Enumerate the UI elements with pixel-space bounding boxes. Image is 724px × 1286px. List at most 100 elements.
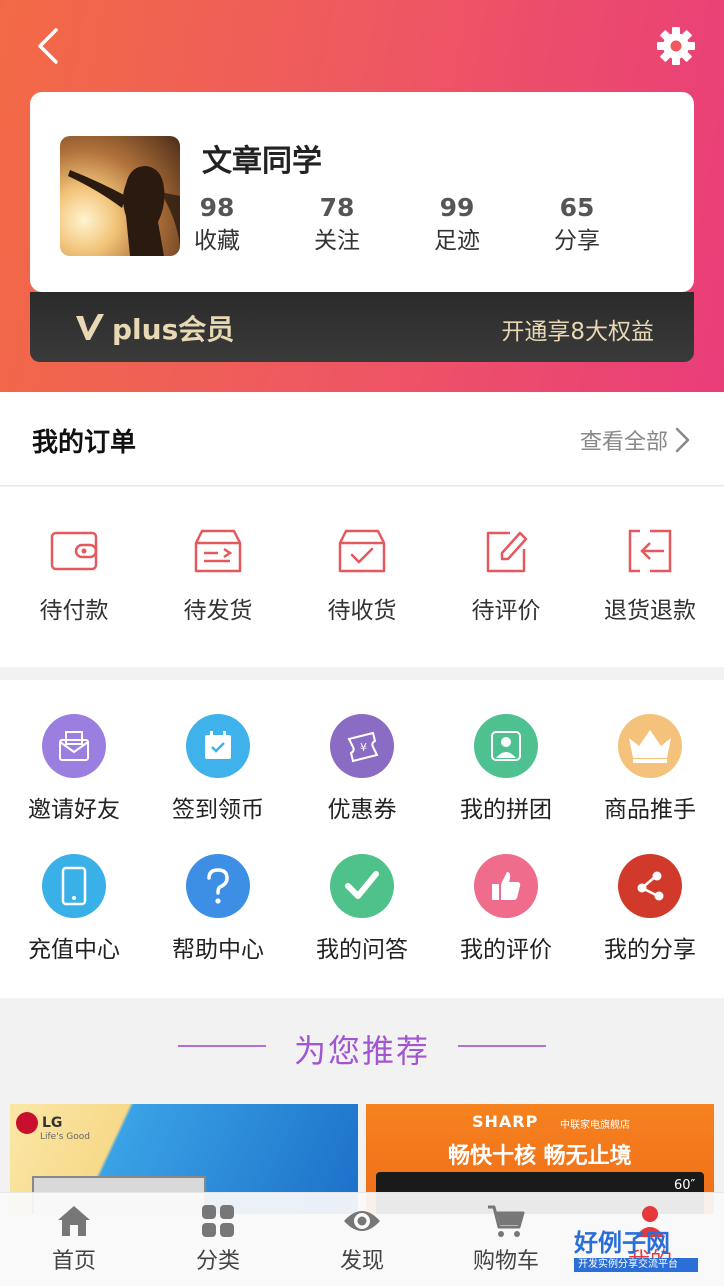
stat-label: 收藏 (194, 228, 240, 254)
tool-my-reviews[interactable]: 我的评价 (434, 854, 578, 964)
discover-eye-icon (344, 1211, 380, 1231)
watermark-badge: 好例子网 开发实例分享交流平台 (574, 1228, 698, 1278)
lg-brand: LG (42, 1115, 63, 1131)
stat-value: 98 (199, 193, 235, 222)
watermark-title: 好例子网 (574, 1229, 670, 1257)
order-pending-receipt[interactable]: 待收货 (290, 525, 434, 625)
order-label: 退货退款 (604, 598, 696, 624)
tool-icon-bg (618, 714, 682, 778)
help-icon (207, 868, 229, 904)
chevron-right-icon (675, 427, 690, 453)
share-icon (637, 871, 664, 901)
tool-icon-bg (186, 854, 250, 918)
plus-brand: plus会员 (74, 308, 234, 348)
edit-review-icon (486, 531, 528, 573)
tab-label: 发现 (339, 1249, 384, 1274)
svg-text:¥: ¥ (360, 741, 367, 754)
tab-label: 首页 (51, 1249, 96, 1274)
phone-icon (61, 866, 87, 906)
username: 文章同学 (202, 144, 322, 179)
cart-icon (488, 1205, 525, 1237)
lg-logo: LG (16, 1112, 62, 1134)
shipping-box-icon (194, 529, 242, 573)
stat-following[interactable]: 78 关注 (287, 192, 387, 258)
recommend-header: 为您推荐 (0, 998, 724, 1102)
order-label: 待发货 (183, 598, 253, 624)
order-pending-review[interactable]: 待评价 (434, 525, 578, 625)
tab-home[interactable]: 首页 (2, 1203, 146, 1275)
tool-label: 签到领币 (172, 797, 264, 823)
stat-favorites[interactable]: 98 收藏 (167, 192, 267, 258)
plus-membership-bar[interactable]: plus会员 开通享8大权益 (30, 292, 694, 362)
tool-label: 我的问答 (316, 937, 408, 963)
gear-icon (657, 27, 695, 65)
stat-label: 分享 (554, 228, 600, 254)
tool-icon-bg (42, 714, 106, 778)
order-status-row: 待付款 待发货 待收货 待评价 退货退款 (0, 487, 724, 667)
tool-label: 优惠券 (327, 797, 397, 823)
watermark-subtitle: 开发实例分享交流平台 (574, 1258, 698, 1272)
tool-my-qa[interactable]: 我的问答 (290, 854, 434, 964)
tool-label: 我的分享 (604, 937, 696, 963)
tool-checkin[interactable]: 签到领币 (146, 714, 290, 824)
avatar-silhouette (68, 166, 180, 256)
stat-label: 关注 (314, 228, 360, 254)
order-pending-shipment[interactable]: 待发货 (146, 525, 290, 625)
order-label: 待评价 (471, 598, 541, 624)
order-label: 待收货 (327, 598, 397, 624)
order-return-refund[interactable]: 退货退款 (578, 525, 722, 625)
profile-card: 文章同学 98 收藏 78 关注 99 足迹 65 分享 (30, 92, 694, 292)
check-icon (345, 871, 379, 899)
wallet-icon (50, 531, 98, 571)
tool-label: 充值中心 (28, 937, 120, 963)
home-icon (58, 1206, 90, 1236)
orders-title: 我的订单 (32, 428, 137, 458)
tab-label: 分类 (195, 1249, 240, 1274)
tool-my-shares[interactable]: 我的分享 (578, 854, 722, 964)
tool-icon-bg (330, 854, 394, 918)
tool-coupons[interactable]: ¥ 优惠券 (290, 714, 434, 824)
back-arrow-icon (38, 28, 58, 64)
tool-help-center[interactable]: 帮助中心 (146, 854, 290, 964)
crown-icon (629, 730, 671, 763)
tab-label: 购物车 (472, 1249, 539, 1274)
lg-tagline: Life's Good (40, 1132, 90, 1142)
plus-v-icon (76, 314, 104, 340)
order-pending-payment[interactable]: 待付款 (2, 525, 146, 625)
tool-label: 帮助中心 (172, 937, 264, 963)
thumbs-up-icon (492, 872, 521, 900)
tool-invite-friends[interactable]: 邀请好友 (2, 714, 146, 824)
tool-icon-bg: ¥ (330, 714, 394, 778)
tool-group-buy[interactable]: 我的拼团 (434, 714, 578, 824)
invite-envelope-icon (59, 731, 89, 761)
stat-shares[interactable]: 65 分享 (527, 192, 627, 258)
lg-logo-mark (16, 1112, 38, 1134)
tool-icon-bg (186, 714, 250, 778)
back-button[interactable] (28, 22, 72, 70)
category-grid-icon (202, 1205, 234, 1237)
settings-button[interactable] (652, 22, 700, 70)
recommend-title: 为您推荐 (293, 1032, 430, 1070)
tool-label: 商品推手 (604, 797, 696, 823)
view-all-label: 查看全部 (579, 430, 668, 455)
plus-offer: 开通享8大权益 (501, 319, 654, 345)
tool-icon-bg (474, 854, 538, 918)
view-all-orders-link[interactable]: 查看全部 (580, 424, 694, 456)
stat-label: 足迹 (434, 228, 480, 254)
tab-categories[interactable]: 分类 (146, 1203, 290, 1275)
tab-discover[interactable]: 发现 (290, 1203, 434, 1275)
sharp-store: 中联家电旗舰店 (560, 1120, 630, 1131)
coupon-icon: ¥ (347, 731, 379, 763)
divider-right (458, 1045, 546, 1047)
receive-box-icon (338, 529, 386, 573)
tool-topup-center[interactable]: 充值中心 (2, 854, 146, 964)
stat-value: 99 (439, 193, 475, 222)
tool-product-promoter[interactable]: 商品推手 (578, 714, 722, 824)
tool-label: 我的拼团 (460, 797, 552, 823)
tool-icon-bg (42, 854, 106, 918)
avatar[interactable] (60, 136, 180, 256)
return-icon (628, 529, 672, 573)
stat-history[interactable]: 99 足迹 (407, 192, 507, 258)
tab-cart[interactable]: 购物车 (434, 1203, 578, 1275)
sharp-size-label: 60″ (674, 1178, 696, 1193)
